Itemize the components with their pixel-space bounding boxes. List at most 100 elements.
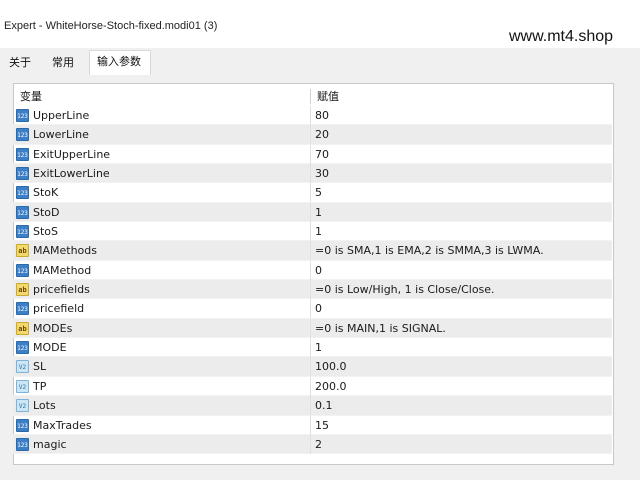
- parameter-name: pricefields: [33, 283, 90, 297]
- table-row[interactable]: 123 StoS 1: [13, 222, 612, 242]
- parameter-value[interactable]: 15: [315, 416, 329, 435]
- tab-common[interactable]: 常用: [52, 54, 74, 72]
- parameters-rows: 123 UpperLine 80 123 LowerLine 20 123 ExitUpper…: [13, 106, 612, 455]
- parameter-name: magic: [33, 437, 67, 451]
- table-row[interactable]: 123 UpperLine 80: [13, 106, 612, 126]
- table-row[interactable]: 123 ExitUpperLine 70: [13, 144, 612, 165]
- parameter-name: UpperLine: [33, 109, 90, 122]
- tab-inputs[interactable]: 输入参数: [89, 50, 151, 75]
- parameter-value[interactable]: 70: [315, 145, 329, 164]
- column-divider: [310, 260, 311, 280]
- column-divider: [310, 183, 311, 203]
- parameter-name: StoD: [33, 205, 60, 219]
- parameter-name: TP: [33, 379, 47, 393]
- parameter-value[interactable]: =0 is SMA,1 is EMA,2 is SMMA,3 is LWMA.: [315, 241, 544, 260]
- column-divider: [310, 357, 311, 377]
- header-variable[interactable]: 变量: [20, 87, 42, 106]
- table-row[interactable]: 123 MODE 1: [13, 338, 612, 358]
- double-icon: V2: [16, 399, 29, 413]
- column-divider: [310, 299, 311, 319]
- table-row[interactable]: 123 pricefield 0: [13, 299, 612, 319]
- int-icon: 123: [16, 263, 29, 277]
- parameter-value[interactable]: 20: [315, 125, 329, 144]
- parameter-name: MAMethods: [33, 244, 98, 258]
- column-divider: [310, 415, 311, 435]
- table-row[interactable]: ab MAMethods =0 is SMA,1 is EMA,2 is SMMA,…: [13, 241, 612, 261]
- parameter-name: SL: [33, 360, 47, 374]
- parameter-value[interactable]: 0.1: [315, 396, 333, 415]
- int-icon: 123: [16, 147, 29, 161]
- column-divider: [310, 202, 311, 222]
- window-title: Expert - WhiteHorse-Stoch-fixed.modi01 (…: [4, 20, 218, 32]
- parameter-value[interactable]: 0: [315, 261, 322, 280]
- watermark: www.mt4.shop: [509, 28, 614, 45]
- int-icon: 123: [16, 167, 29, 181]
- double-icon: V2: [16, 379, 29, 393]
- table-row[interactable]: 123 MAMethod 0: [13, 260, 612, 281]
- column-divider: [310, 396, 311, 416]
- header-divider[interactable]: [310, 89, 311, 104]
- table-row[interactable]: 123 StoD 1: [13, 202, 612, 223]
- parameter-name: StoK: [33, 186, 59, 200]
- int-icon: 123: [16, 205, 29, 219]
- parameter-value[interactable]: 0: [315, 299, 322, 318]
- string-icon: ab: [16, 244, 29, 258]
- column-divider: [310, 222, 311, 242]
- table-row[interactable]: ab pricefields =0 is Low/High, 1 is Close/…: [13, 280, 612, 300]
- parameter-value[interactable]: 100.0: [315, 357, 347, 376]
- column-divider: [310, 106, 311, 125]
- column-divider: [310, 376, 311, 396]
- parameter-value[interactable]: =0 is Low/High, 1 is Close/Close.: [315, 280, 495, 299]
- parameter-name: ExitUpperLine: [33, 147, 111, 161]
- parameter-name: Lots: [33, 399, 56, 413]
- int-icon: 123: [16, 418, 29, 432]
- parameter-name: ExitLowerLine: [33, 167, 110, 181]
- column-divider: [310, 318, 311, 338]
- int-icon: 123: [16, 225, 29, 239]
- table-row[interactable]: V2 TP 200.0: [13, 376, 612, 397]
- int-icon: 123: [16, 341, 29, 355]
- column-divider: [310, 125, 311, 145]
- column-divider: [310, 144, 311, 164]
- table-row[interactable]: 123 ExitLowerLine 30: [13, 164, 612, 184]
- table-row[interactable]: V2 SL 100.0: [13, 357, 612, 377]
- int-icon: 123: [16, 302, 29, 316]
- parameter-value[interactable]: 5: [315, 183, 322, 202]
- table-row[interactable]: ab MODEs =0 is MAIN,1 is SIGNAL.: [13, 318, 612, 339]
- column-divider: [310, 338, 311, 358]
- string-icon: ab: [16, 321, 29, 335]
- int-icon: 123: [16, 186, 29, 200]
- parameter-name: MODE: [33, 341, 67, 355]
- tab-about[interactable]: 关于: [9, 54, 31, 72]
- parameter-name: MaxTrades: [33, 418, 92, 432]
- parameter-value[interactable]: 1: [315, 338, 322, 357]
- parameter-name: pricefield: [33, 302, 85, 316]
- table-row[interactable]: 123 magic 2: [13, 434, 612, 455]
- column-divider: [310, 280, 311, 300]
- grid-header: 变量 赋值: [13, 87, 612, 106]
- table-row[interactable]: 123 MaxTrades 15: [13, 415, 612, 435]
- table-row[interactable]: V2 Lots 0.1: [13, 396, 612, 416]
- parameter-value[interactable]: 200.0: [315, 377, 347, 396]
- int-icon: 123: [16, 437, 29, 451]
- parameter-value[interactable]: =0 is MAIN,1 is SIGNAL.: [315, 319, 446, 338]
- column-divider: [310, 434, 311, 454]
- string-icon: ab: [16, 283, 29, 297]
- parameter-value[interactable]: 30: [315, 164, 329, 183]
- table-row[interactable]: 123 LowerLine 20: [13, 125, 612, 145]
- parameter-value[interactable]: 2: [315, 435, 322, 454]
- column-divider: [310, 241, 311, 261]
- parameter-name: MODEs: [33, 321, 73, 335]
- int-icon: 123: [16, 109, 29, 122]
- column-divider: [310, 164, 311, 184]
- parameter-name: MAMethod: [33, 263, 92, 277]
- table-row[interactable]: 123 StoK 5: [13, 183, 612, 203]
- parameter-name: StoS: [33, 225, 59, 239]
- parameter-value[interactable]: 1: [315, 203, 322, 222]
- parameter-value[interactable]: 80: [315, 106, 329, 125]
- tab-bar: 关于 常用 输入参数: [0, 48, 640, 76]
- parameter-value[interactable]: 1: [315, 222, 322, 241]
- header-value[interactable]: 赋值: [317, 87, 339, 106]
- parameter-name: LowerLine: [33, 128, 89, 142]
- int-icon: 123: [16, 128, 29, 142]
